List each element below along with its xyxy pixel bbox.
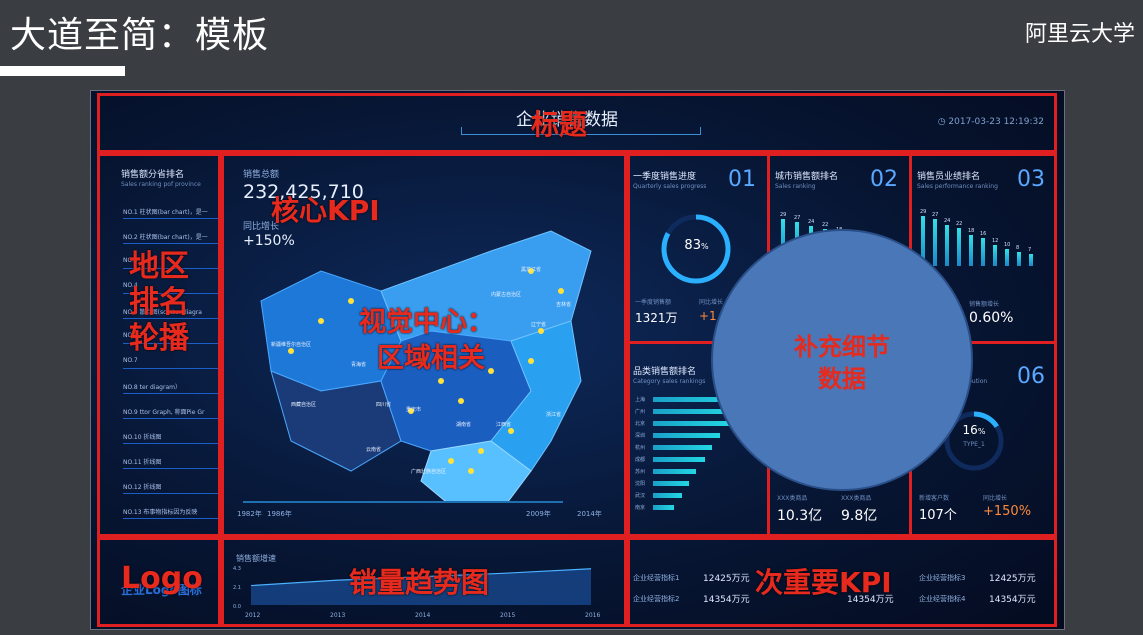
brand-label: 阿里云大学 — [1024, 22, 1135, 47]
annotation-region-rank: 地区 排名 轮播 — [129, 249, 189, 357]
annotation-secondary-kpi: 次重要KPI — [755, 566, 892, 599]
supplement-line-2: 数据 — [818, 365, 866, 393]
annotation-trend: 销量趋势图 — [349, 566, 490, 599]
slide-title-underline — [0, 66, 125, 76]
annotation-visual-center-2: 区域相关 — [377, 343, 485, 374]
annotation-core-kpi: 核心KPI — [271, 194, 380, 227]
annotation-region-rank-2: 排名 — [129, 285, 189, 320]
annotation-region-rank-3: 轮播 — [129, 321, 189, 356]
annotation-visual-center: 视觉中心： 区域相关 — [359, 305, 494, 377]
slide-title: 大道至简：模板 — [10, 15, 270, 56]
annotation-title: 标题 — [531, 108, 588, 141]
dashboard-screenshot: 企业销售数据 ◷ 2017-03-23 12:19:32 销售额分省排名 Sal… — [90, 90, 1065, 630]
annotation-logo: Logo — [121, 561, 203, 596]
annotation-visual-center-1: 视觉中心： — [359, 307, 494, 338]
supplement-label: 补充细节 数据 — [713, 331, 971, 395]
supplement-circle: 补充细节 数据 — [711, 229, 973, 491]
annotation-region-rank-1: 地区 — [129, 249, 189, 284]
supplement-line-1: 补充细节 — [794, 333, 890, 361]
